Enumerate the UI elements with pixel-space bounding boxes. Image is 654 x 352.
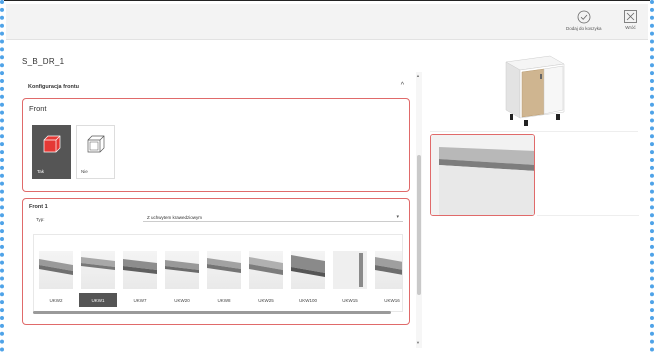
handle-item-ukw100[interactable]: UKW100 [289, 249, 327, 307]
front-option-tak[interactable]: Tak [32, 125, 71, 179]
type-select-value: Z uchwytem krawedziowym [147, 215, 203, 220]
type-select[interactable]: Z uchwytem krawedziowym ▾ [143, 214, 403, 222]
handle-closeup-image [431, 135, 534, 215]
close-button[interactable]: Wróć [624, 10, 637, 30]
horizontal-scrollbar[interactable] [33, 311, 391, 314]
red-cube-icon [43, 135, 61, 153]
scroll-up-arrow-icon[interactable]: ▲ [416, 73, 420, 78]
handle-label: UKW7 [133, 297, 147, 303]
chevron-down-icon: ▾ [396, 214, 399, 220]
checkmark-circle-icon [577, 10, 591, 24]
front-option-nie-label: Nie [81, 169, 88, 174]
handle-item-ukw16[interactable]: UKW16 [373, 249, 402, 307]
handle-thumbnail [375, 251, 402, 289]
handle-label: UKW20 [174, 297, 190, 303]
type-label: Typ: [36, 217, 45, 222]
handle-item-ukw15[interactable]: UKW15 [331, 249, 369, 307]
product-preview [430, 50, 638, 132]
front-section: Front Tak Nie [22, 98, 410, 192]
front1-section: Front 1 Typ: Z uchwytem krawedziowym ▾ U… [22, 198, 410, 325]
front-option-nie[interactable]: Nie [76, 125, 115, 179]
handle-list: UKW2 UKW1 UKW7 UKW20 UKW8 UKW25 UKW100 U… [33, 234, 403, 312]
close-label: Wróć [625, 25, 636, 30]
handle-label: UKW25 [258, 297, 274, 303]
handle-item-ukw2[interactable]: UKW2 [37, 249, 75, 307]
handle-item-ukw20[interactable]: UKW20 [163, 249, 201, 307]
scroll-down-arrow-icon[interactable]: ▼ [416, 340, 420, 345]
front1-section-heading: Front 1 [29, 204, 48, 210]
handle-thumbnail [39, 251, 73, 289]
front-section-heading: Front [29, 104, 47, 113]
handle-thumbnail [207, 251, 241, 289]
product-title: S_B_DR_1 [22, 57, 65, 66]
window-top-edge [4, 0, 650, 3]
handle-label: UKW100 [298, 297, 317, 303]
handle-thumbnail [123, 251, 157, 289]
handle-item-ukw8[interactable]: UKW8 [205, 249, 243, 307]
close-icon [624, 10, 637, 23]
handle-thumbnail [291, 251, 325, 289]
handle-item-ukw1[interactable]: UKW1 [79, 249, 117, 307]
add-to-cart-button[interactable]: Dodaj do koszyka [566, 10, 602, 31]
handle-item-ukw25[interactable]: UKW25 [247, 249, 285, 307]
handle-thumbnail [249, 251, 283, 289]
config-panel-header[interactable]: Konfiguracja frontu ^ [20, 76, 412, 98]
handle-thumbnail [81, 251, 115, 289]
wireframe-cube-icon [87, 135, 105, 153]
preview-empty-slot [537, 134, 639, 216]
handle-label: UKW16 [384, 297, 400, 303]
top-bar: Dodaj do koszyka Wróć [6, 4, 648, 40]
handle-thumbnail [333, 251, 367, 289]
cabinet-3d-image [505, 55, 565, 126]
vertical-scrollbar-thumb[interactable] [417, 155, 421, 295]
handle-thumbnail [165, 251, 199, 289]
add-to-cart-label: Dodaj do koszyka [566, 26, 602, 31]
handle-preview-thumbnail[interactable] [430, 134, 535, 216]
handle-label: UKW15 [342, 297, 358, 303]
config-panel-title: Konfiguracja frontu [28, 84, 80, 90]
front-option-tak-label: Tak [37, 169, 45, 174]
handle-item-ukw7[interactable]: UKW7 [121, 249, 159, 307]
handle-label: UKW1 [79, 293, 117, 307]
chevron-up-icon[interactable]: ^ [401, 82, 404, 89]
handle-label: UKW2 [49, 297, 63, 303]
handle-label: UKW8 [217, 297, 231, 303]
